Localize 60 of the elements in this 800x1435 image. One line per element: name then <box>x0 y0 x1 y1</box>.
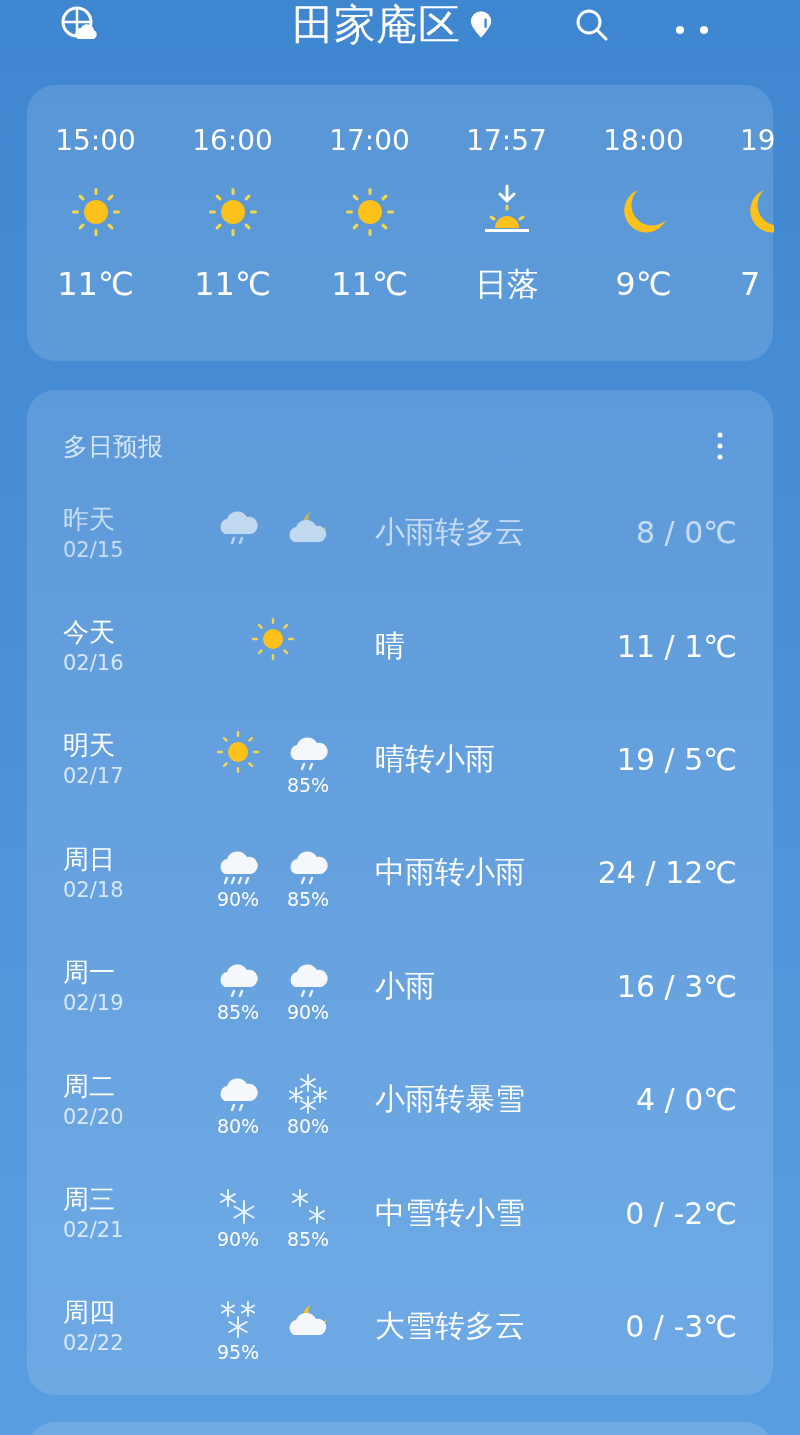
temperature-range: 11 / 1℃ <box>616 628 737 664</box>
day-label: 周三 <box>63 1183 116 1217</box>
day-date: 02/16 <box>63 650 125 678</box>
day-date: 02/20 <box>63 1103 125 1131</box>
forecast-title: 多日预报 <box>63 430 163 463</box>
day-date: 02/17 <box>63 763 125 791</box>
day-label: 今天 <box>63 616 116 650</box>
weather-condition: 小雨转多云 <box>375 513 526 552</box>
precipitation-chance: 80% <box>216 1114 260 1137</box>
day-date: 02/22 <box>63 1330 125 1358</box>
temperature-range: 8 / 0℃ <box>635 515 737 551</box>
weather-condition: 晴 <box>375 626 406 665</box>
day-date: 02/15 <box>63 536 125 564</box>
hour-time: 17:00 <box>329 123 410 159</box>
day-label: 周四 <box>63 1296 116 1330</box>
location-pin-icon[interactable] <box>470 10 492 40</box>
sun-icon <box>214 730 262 775</box>
day-date: 02/21 <box>63 1217 125 1245</box>
hour-temperature: 日落 <box>474 264 539 305</box>
precipitation-chance: 95% <box>216 1341 260 1364</box>
hour-time: 17:57 <box>466 123 547 159</box>
weather-condition: 小雨 <box>375 966 436 1005</box>
weather-condition: 小雨转暴雪 <box>375 1080 526 1119</box>
precipitation-chance: 85% <box>286 1228 330 1251</box>
precipitation-chance: 85% <box>286 887 330 910</box>
weather-condition: 中雨转小雨 <box>375 853 526 892</box>
sun-icon <box>249 617 297 662</box>
precipitation-chance: 90% <box>216 1228 260 1251</box>
weather-condition: 中雪转小雪 <box>375 1193 526 1232</box>
hour-time: 16:00 <box>192 123 273 159</box>
more-icon[interactable] <box>717 432 723 460</box>
day-label: 周一 <box>63 956 116 990</box>
day-label: 周日 <box>63 842 116 876</box>
day-label: 昨天 <box>63 502 116 536</box>
temperature-range: 16 / 3℃ <box>616 968 737 1004</box>
hour-temperature: 11℃ <box>57 264 134 305</box>
temperature-range: 0 / -3℃ <box>625 1308 737 1344</box>
precipitation-chance: 80% <box>286 1114 330 1137</box>
precipitation-chance: 85% <box>216 1001 260 1024</box>
day-date: 02/19 <box>63 990 125 1018</box>
hour-temperature: 11℃ <box>194 264 271 305</box>
weather-condition: 晴转小雨 <box>375 739 496 778</box>
hour-temperature: 11℃ <box>331 264 408 305</box>
temperature-range: 24 / 12℃ <box>597 855 737 891</box>
temperature-range: 0 / -2℃ <box>625 1195 737 1231</box>
city-title: 田家庵区 <box>292 0 460 50</box>
precipitation-chance: 90% <box>286 1001 330 1024</box>
hour-time: 19 <box>740 123 776 159</box>
hour-temperature: 7 <box>740 264 761 305</box>
hour-time: 18:00 <box>603 123 684 159</box>
weather-condition: 大雪转多云 <box>375 1306 526 1345</box>
hour-time: 15:00 <box>55 123 136 159</box>
hour-temperature: 9℃ <box>615 264 672 305</box>
day-label: 明天 <box>63 729 116 763</box>
day-date: 02/18 <box>63 876 125 904</box>
day-label: 周二 <box>63 1069 116 1103</box>
temperature-range: 4 / 0℃ <box>635 1082 737 1118</box>
temperature-range: 19 / 5℃ <box>616 741 737 777</box>
precipitation-chance: 90% <box>216 887 260 910</box>
precipitation-chance: 85% <box>286 774 330 797</box>
